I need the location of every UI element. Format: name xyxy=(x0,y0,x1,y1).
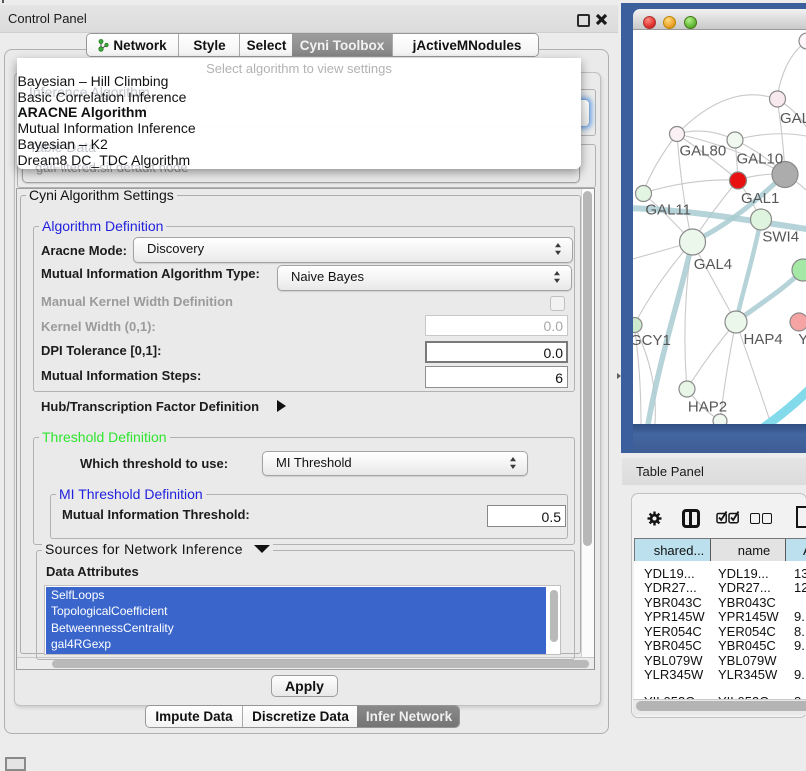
svg-text:GAL80: GAL80 xyxy=(680,142,727,159)
svg-text:GAL10: GAL10 xyxy=(737,151,784,168)
svg-text:HAP4: HAP4 xyxy=(744,331,783,348)
svg-text:GAL4: GAL4 xyxy=(694,256,732,273)
svg-text:HAP2: HAP2 xyxy=(688,399,727,416)
svg-text:GAL1: GAL1 xyxy=(741,190,779,207)
svg-text:GCY1: GCY1 xyxy=(633,332,671,349)
svg-text:GAL11: GAL11 xyxy=(645,201,691,218)
svg-text:GAL: GAL xyxy=(780,110,806,127)
svg-text:SWI4: SWI4 xyxy=(762,229,799,246)
svg-text:Y: Y xyxy=(798,331,806,348)
